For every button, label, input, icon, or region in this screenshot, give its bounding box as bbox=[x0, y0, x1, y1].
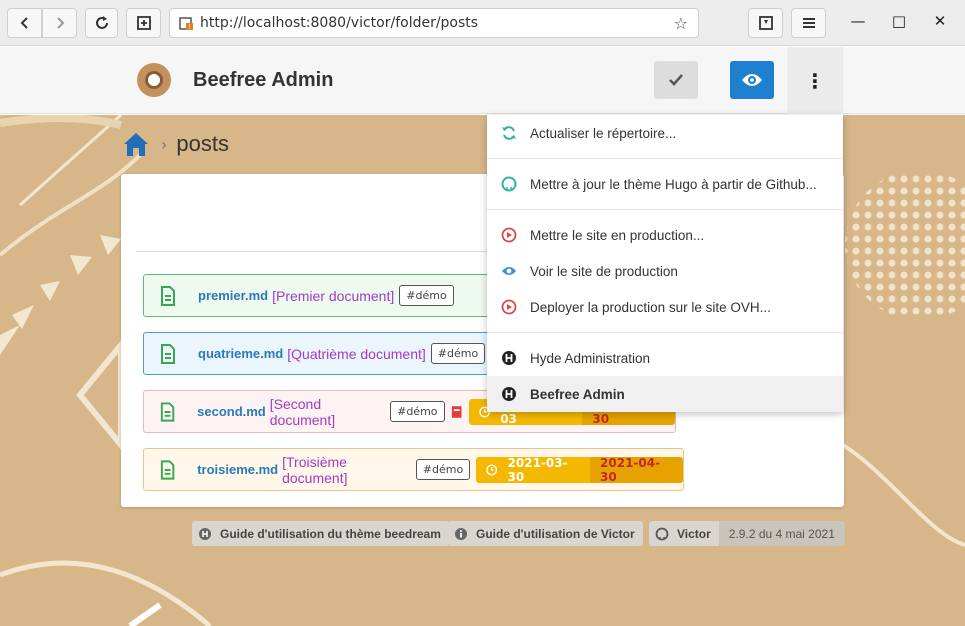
menu-divider bbox=[487, 158, 843, 159]
browser-toolbar: ! http://localhost:8080/victor/folder/po… bbox=[0, 0, 965, 46]
document-title: [Premier document] bbox=[272, 287, 395, 304]
tag-badge[interactable]: #démo bbox=[399, 285, 454, 306]
play-icon bbox=[501, 299, 517, 315]
menu-item-label: Beefree Admin bbox=[530, 386, 625, 402]
menu-item-label: Mettre à jour le thème Hugo à partir de … bbox=[530, 176, 817, 192]
reload-icon bbox=[95, 16, 108, 29]
menu-item-label: Actualiser le répertoire... bbox=[530, 125, 677, 141]
chevron-left-icon bbox=[20, 17, 28, 29]
file-icon bbox=[161, 343, 175, 364]
document-filename[interactable]: second.md bbox=[197, 404, 266, 419]
clock-icon bbox=[486, 464, 498, 475]
menu-item-view-production[interactable]: Voir le site de production bbox=[487, 253, 843, 289]
check-icon bbox=[669, 74, 683, 86]
file-icon bbox=[160, 459, 175, 480]
refresh-icon bbox=[502, 126, 516, 140]
menu-item-label: Voir le site de production bbox=[530, 263, 678, 279]
validate-button[interactable] bbox=[654, 61, 698, 99]
document-row[interactable]: troisieme.md [Troisième document] #démo … bbox=[143, 448, 684, 491]
menu-item-production[interactable]: Mettre le site en production... bbox=[487, 217, 843, 253]
footer-link-label: Guide d'utilisation du thème beedream bbox=[220, 526, 441, 541]
breadcrumb: › posts bbox=[122, 131, 229, 157]
menu-item-deploy-ovh[interactable]: Deployer la production sur le site OVH..… bbox=[487, 289, 843, 325]
new-tab-icon bbox=[136, 16, 151, 30]
home-icon[interactable] bbox=[122, 131, 150, 157]
end-date: 2021-04-30 bbox=[590, 456, 683, 483]
play-icon bbox=[501, 227, 517, 243]
menu-item-hyde-admin[interactable]: Hyde Administration bbox=[487, 340, 843, 376]
chevron-right-icon bbox=[56, 17, 64, 29]
menu-item-label: Deployer la production sur le site OVH..… bbox=[530, 299, 771, 315]
footer-guide-victor[interactable]: Guide d'utilisation de Victor bbox=[448, 521, 643, 546]
github-icon bbox=[655, 527, 669, 540]
menu-item-label: Mettre le site en production... bbox=[530, 227, 705, 243]
menu-item-beefree-admin[interactable]: Beefree Admin bbox=[487, 376, 843, 412]
reload-button[interactable] bbox=[85, 8, 118, 38]
tag-badge[interactable]: #démo bbox=[415, 459, 471, 480]
hamburger-icon bbox=[802, 18, 815, 28]
address-bar[interactable]: ! http://localhost:8080/victor/folder/po… bbox=[169, 8, 699, 38]
menu-item-refresh[interactable]: Actualiser le répertoire... bbox=[487, 115, 843, 151]
footer-link-label: Guide d'utilisation de Victor bbox=[476, 526, 635, 541]
start-date-text: 2021-03-30 bbox=[507, 456, 568, 483]
document-filename[interactable]: troisieme.md bbox=[197, 462, 278, 477]
eye-icon bbox=[742, 74, 762, 86]
hugo-icon bbox=[502, 387, 516, 401]
document-title: [Troisième document] bbox=[282, 453, 348, 486]
github-icon bbox=[501, 176, 517, 192]
file-icon bbox=[160, 401, 175, 422]
svg-text:!: ! bbox=[188, 23, 191, 31]
footer-link-label: Victor bbox=[677, 526, 711, 541]
info-icon bbox=[455, 527, 467, 540]
app-title[interactable]: Beefree Admin bbox=[193, 69, 333, 92]
footer-guide-theme[interactable]: Guide d'utilisation du thème beedream bbox=[192, 521, 449, 546]
version-label: 2.9.2 du 4 mai 2021 bbox=[718, 521, 845, 546]
preview-button[interactable] bbox=[730, 61, 774, 99]
browser-menu-button[interactable] bbox=[791, 8, 826, 38]
footer-victor-link[interactable]: Victor 2.9.2 du 4 mai 2021 bbox=[649, 521, 845, 546]
document-title: [Second document] bbox=[269, 395, 336, 428]
menu-item-update-theme[interactable]: Mettre à jour le thème Hugo à partir de … bbox=[487, 166, 843, 202]
start-date: 2021-03-30 bbox=[476, 456, 591, 483]
bookmarks-icon bbox=[758, 16, 773, 30]
hugo-icon bbox=[199, 527, 211, 540]
tag-badge[interactable]: #démo bbox=[390, 401, 445, 422]
eye-icon bbox=[502, 267, 516, 275]
bookmark-star-icon[interactable]: ☆ bbox=[674, 14, 688, 33]
vertical-dots-icon: ⋮ bbox=[805, 68, 825, 93]
forward-button[interactable] bbox=[42, 8, 77, 38]
chevron-right-icon: › bbox=[161, 134, 168, 154]
document-filename[interactable]: premier.md bbox=[198, 288, 268, 303]
more-actions-button[interactable]: ⋮ bbox=[787, 47, 843, 114]
app-header: Beefree Admin ⋮ bbox=[0, 47, 965, 114]
file-icon bbox=[161, 285, 175, 306]
insecure-page-icon: ! bbox=[179, 17, 193, 31]
tag-badge[interactable]: #démo bbox=[430, 343, 486, 364]
actions-dropdown-menu: Actualiser le répertoire... Mettre à jou… bbox=[487, 115, 843, 412]
close-window-icon[interactable]: ✕ bbox=[930, 12, 950, 30]
document-title: [Quatrième document] bbox=[287, 345, 426, 362]
extensions-button[interactable] bbox=[748, 8, 783, 38]
minimize-window-icon[interactable]: — bbox=[848, 12, 868, 30]
date-range: 2021-03-30 2021-04-30 bbox=[476, 456, 683, 483]
maximize-window-icon[interactable]: □ bbox=[889, 12, 909, 30]
menu-divider bbox=[487, 209, 843, 210]
document-filename[interactable]: quatrieme.md bbox=[198, 346, 283, 361]
document-row[interactable]: quatrieme.md [Quatrième document] #démo bbox=[143, 332, 493, 375]
breadcrumb-current: posts bbox=[176, 131, 229, 156]
app-logo[interactable] bbox=[137, 63, 171, 97]
new-tab-button[interactable] bbox=[126, 8, 161, 38]
pdf-icon[interactable] bbox=[450, 405, 463, 419]
back-button[interactable] bbox=[7, 8, 42, 38]
menu-divider bbox=[487, 332, 843, 333]
menu-item-label: Hyde Administration bbox=[530, 350, 651, 366]
hugo-icon bbox=[502, 351, 516, 365]
document-row[interactable]: premier.md [Premier document] #démo bbox=[143, 274, 493, 317]
url-text: http://localhost:8080/victor/folder/post… bbox=[200, 15, 479, 31]
